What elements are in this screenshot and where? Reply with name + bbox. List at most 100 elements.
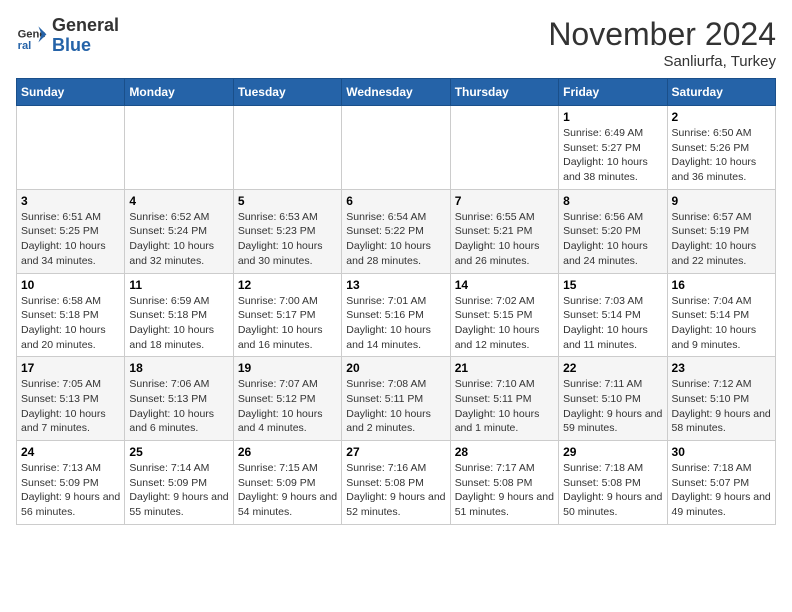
day-info: Sunrise: 6:57 AM Sunset: 5:19 PM Dayligh… (672, 210, 771, 269)
day-info: Sunrise: 7:00 AM Sunset: 5:17 PM Dayligh… (238, 294, 337, 353)
calendar-cell: 1 Sunrise: 6:49 AM Sunset: 5:27 PM Daylig… (559, 106, 667, 190)
day-info: Sunrise: 6:53 AM Sunset: 5:23 PM Dayligh… (238, 210, 337, 269)
day-info: Sunrise: 6:50 AM Sunset: 5:26 PM Dayligh… (672, 126, 771, 185)
calendar-week-row: 17Sunrise: 7:05 AM Sunset: 5:13 PM Dayli… (17, 357, 776, 441)
calendar-week-row: 24 Sunrise: 7:13 AM Sunset: 5:09 PM Dayli… (17, 441, 776, 525)
calendar-cell: 12 Sunrise: 7:00 AM Sunset: 5:17 PM Dayli… (233, 273, 341, 357)
day-number: 29 (563, 445, 662, 459)
month-title: November 2024 (548, 16, 776, 53)
day-info: Sunrise: 6:51 AM Sunset: 5:25 PM Dayligh… (21, 210, 120, 269)
day-info: Sunrise: 7:03 AM Sunset: 5:14 PM Dayligh… (563, 294, 662, 353)
day-number: 13 (346, 278, 445, 292)
logo: Gene ral General Blue (16, 16, 119, 56)
calendar-cell (342, 106, 450, 190)
day-number: 22 (563, 361, 662, 375)
calendar-cell: 15 Sunrise: 7:03 AM Sunset: 5:14 PM Dayli… (559, 273, 667, 357)
day-info: Sunrise: 6:49 AM Sunset: 5:27 PM Dayligh… (563, 126, 662, 185)
day-number: 5 (238, 194, 337, 208)
day-header-wednesday: Wednesday (342, 79, 450, 106)
calendar-cell (450, 106, 558, 190)
day-header-thursday: Thursday (450, 79, 558, 106)
day-number: 3 (21, 194, 120, 208)
calendar-cell (17, 106, 125, 190)
location-subtitle: Sanliurfa, Turkey (548, 53, 776, 70)
day-info: Sunrise: 6:55 AM Sunset: 5:21 PM Dayligh… (455, 210, 554, 269)
day-header-saturday: Saturday (667, 79, 775, 106)
calendar-cell: 22Sunrise: 7:11 AM Sunset: 5:10 PM Dayli… (559, 357, 667, 441)
day-number: 20 (346, 361, 445, 375)
calendar-cell: 16 Sunrise: 7:04 AM Sunset: 5:14 PM Dayli… (667, 273, 775, 357)
day-info: Sunrise: 7:17 AM Sunset: 5:08 PM Dayligh… (455, 461, 554, 520)
calendar-header-row: SundayMondayTuesdayWednesdayThursdayFrid… (17, 79, 776, 106)
calendar-cell: 19 Sunrise: 7:07 AM Sunset: 5:12 PM Dayli… (233, 357, 341, 441)
day-number: 11 (129, 278, 228, 292)
day-info: Sunrise: 7:02 AM Sunset: 5:15 PM Dayligh… (455, 294, 554, 353)
calendar-cell: 24 Sunrise: 7:13 AM Sunset: 5:09 PM Dayli… (17, 441, 125, 525)
day-info: Sunrise: 7:07 AM Sunset: 5:12 PM Dayligh… (238, 377, 337, 436)
day-info: Sunrise: 6:56 AM Sunset: 5:20 PM Dayligh… (563, 210, 662, 269)
day-number: 7 (455, 194, 554, 208)
day-info: Sunrise: 6:58 AM Sunset: 5:18 PM Dayligh… (21, 294, 120, 353)
calendar-cell: 14 Sunrise: 7:02 AM Sunset: 5:15 PM Dayli… (450, 273, 558, 357)
day-info: Sunrise: 7:18 AM Sunset: 5:07 PM Dayligh… (672, 461, 771, 520)
day-info: Sunrise: 7:06 AM Sunset: 5:13 PM Dayligh… (129, 377, 228, 436)
svg-text:ral: ral (18, 40, 32, 52)
calendar-cell: 13 Sunrise: 7:01 AM Sunset: 5:16 PM Dayli… (342, 273, 450, 357)
day-number: 12 (238, 278, 337, 292)
day-number: 19 (238, 361, 337, 375)
calendar-cell: 29 Sunrise: 7:18 AM Sunset: 5:08 PM Dayli… (559, 441, 667, 525)
day-info: Sunrise: 7:13 AM Sunset: 5:09 PM Dayligh… (21, 461, 120, 520)
calendar-week-row: 10 Sunrise: 6:58 AM Sunset: 5:18 PM Dayli… (17, 273, 776, 357)
day-number: 2 (672, 110, 771, 124)
calendar-table: SundayMondayTuesdayWednesdayThursdayFrid… (16, 78, 776, 525)
day-number: 25 (129, 445, 228, 459)
day-info: Sunrise: 7:01 AM Sunset: 5:16 PM Dayligh… (346, 294, 445, 353)
calendar-cell: 20 Sunrise: 7:08 AM Sunset: 5:11 PM Dayli… (342, 357, 450, 441)
calendar-cell: 7 Sunrise: 6:55 AM Sunset: 5:21 PM Daylig… (450, 189, 558, 273)
day-info: Sunrise: 7:10 AM Sunset: 5:11 PM Dayligh… (455, 377, 554, 436)
title-block: November 2024 Sanliurfa, Turkey (548, 16, 776, 70)
calendar-cell: 27Sunrise: 7:16 AM Sunset: 5:08 PM Dayli… (342, 441, 450, 525)
calendar-cell: 17Sunrise: 7:05 AM Sunset: 5:13 PM Dayli… (17, 357, 125, 441)
day-info: Sunrise: 6:52 AM Sunset: 5:24 PM Dayligh… (129, 210, 228, 269)
calendar-cell: 28Sunrise: 7:17 AM Sunset: 5:08 PM Dayli… (450, 441, 558, 525)
day-number: 6 (346, 194, 445, 208)
day-number: 23 (672, 361, 771, 375)
day-number: 14 (455, 278, 554, 292)
day-number: 4 (129, 194, 228, 208)
day-number: 1 (563, 110, 662, 124)
day-info: Sunrise: 7:18 AM Sunset: 5:08 PM Dayligh… (563, 461, 662, 520)
calendar-cell: 5 Sunrise: 6:53 AM Sunset: 5:23 PM Daylig… (233, 189, 341, 273)
day-number: 16 (672, 278, 771, 292)
day-number: 9 (672, 194, 771, 208)
day-header-tuesday: Tuesday (233, 79, 341, 106)
day-info: Sunrise: 7:04 AM Sunset: 5:14 PM Dayligh… (672, 294, 771, 353)
day-info: Sunrise: 7:08 AM Sunset: 5:11 PM Dayligh… (346, 377, 445, 436)
day-info: Sunrise: 7:05 AM Sunset: 5:13 PM Dayligh… (21, 377, 120, 436)
page-header: Gene ral General Blue November 2024 Sanl… (16, 16, 776, 70)
day-info: Sunrise: 7:14 AM Sunset: 5:09 PM Dayligh… (129, 461, 228, 520)
calendar-cell: 23 Sunrise: 7:12 AM Sunset: 5:10 PM Dayli… (667, 357, 775, 441)
logo-general-text: General (52, 16, 119, 36)
day-number: 27 (346, 445, 445, 459)
day-number: 24 (21, 445, 120, 459)
day-number: 15 (563, 278, 662, 292)
day-info: Sunrise: 6:59 AM Sunset: 5:18 PM Dayligh… (129, 294, 228, 353)
calendar-cell: 18Sunrise: 7:06 AM Sunset: 5:13 PM Dayli… (125, 357, 233, 441)
day-number: 26 (238, 445, 337, 459)
day-info: Sunrise: 7:12 AM Sunset: 5:10 PM Dayligh… (672, 377, 771, 436)
day-header-friday: Friday (559, 79, 667, 106)
calendar-cell: 4 Sunrise: 6:52 AM Sunset: 5:24 PM Daylig… (125, 189, 233, 273)
day-number: 10 (21, 278, 120, 292)
calendar-cell (233, 106, 341, 190)
calendar-cell: 2 Sunrise: 6:50 AM Sunset: 5:26 PM Daylig… (667, 106, 775, 190)
calendar-cell: 11 Sunrise: 6:59 AM Sunset: 5:18 PM Dayli… (125, 273, 233, 357)
calendar-cell: 30 Sunrise: 7:18 AM Sunset: 5:07 PM Dayli… (667, 441, 775, 525)
day-header-sunday: Sunday (17, 79, 125, 106)
logo-blue-text: Blue (52, 36, 119, 56)
logo-icon: Gene ral (16, 20, 48, 52)
day-number: 21 (455, 361, 554, 375)
calendar-cell: 9 Sunrise: 6:57 AM Sunset: 5:19 PM Daylig… (667, 189, 775, 273)
day-number: 30 (672, 445, 771, 459)
calendar-cell: 21 Sunrise: 7:10 AM Sunset: 5:11 PM Dayli… (450, 357, 558, 441)
